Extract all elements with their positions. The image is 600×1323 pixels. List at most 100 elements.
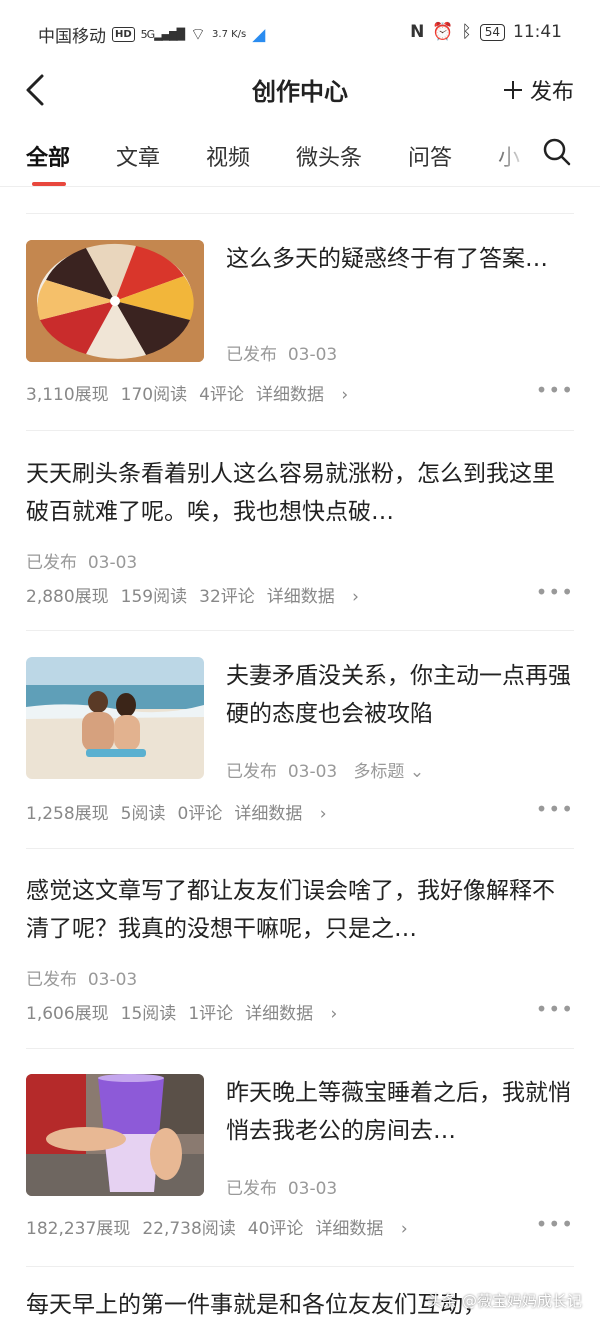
comments-count: 4评论 xyxy=(199,385,244,405)
publish-button[interactable]: 发布 xyxy=(502,74,574,106)
hd-badge: HD xyxy=(112,27,135,42)
views-count: 3,110展现 xyxy=(26,385,109,405)
details-link[interactable]: 详细数据 › xyxy=(256,385,360,405)
status-bar: 中国移动 HD 5G▂▄▆█ ⌔ 3.7 K/s ◢ N ⏰ ᛒ 54 11:4… xyxy=(0,0,600,62)
views-count: 182,237展现 xyxy=(26,1219,131,1239)
publish-date: 03-03 xyxy=(87,553,138,573)
category-tabs: 全部 文章 视频 微头条 问答 小 xyxy=(0,122,600,187)
reads-count: 22,738阅读 xyxy=(142,1219,236,1239)
status-label: 已发布 xyxy=(226,762,277,782)
nfc-icon: N xyxy=(410,22,425,42)
status-label: 已发布 xyxy=(226,1179,277,1199)
comments-count: 40评论 xyxy=(247,1219,304,1239)
item-stats: 2,880展现 159阅读 32评论 详细数据 › xyxy=(26,582,383,607)
tab-fade xyxy=(488,132,528,176)
wifi-icon: ⌔ xyxy=(190,25,207,45)
publish-date: 03-03 xyxy=(87,970,138,990)
more-options-icon[interactable]: ••• xyxy=(536,378,574,402)
item-meta: 已发布 03-03 xyxy=(26,965,137,990)
more-options-icon[interactable]: ••• xyxy=(536,580,574,604)
reads-count: 159阅读 xyxy=(120,587,188,607)
status-label: 已发布 xyxy=(26,970,77,990)
details-link[interactable]: 详细数据 › xyxy=(267,587,371,607)
top-nav-bar: 创作中心 发布 xyxy=(0,62,600,118)
chevron-right-icon: › xyxy=(330,1004,338,1024)
divider xyxy=(26,1048,574,1049)
tab-qa[interactable]: 问答 xyxy=(408,140,452,172)
details-label: 详细数据 xyxy=(255,385,324,405)
battery-indicator: 54 xyxy=(479,23,505,41)
details-label: 详细数据 xyxy=(234,804,303,824)
item-title[interactable]: 天天刷头条看着别人这么容易就涨粉，怎么到我这里破百就难了呢。唉，我也想快点破… xyxy=(26,455,574,531)
alarm-icon: ⏰ xyxy=(432,22,454,42)
item-stats: 1,606展现 15阅读 1评论 详细数据 › xyxy=(26,999,361,1024)
item-meta: 已发布 03-03 多标题 ⌄ xyxy=(226,757,424,782)
signal-icon: 5G▂▄▆█ xyxy=(140,28,185,41)
list-item[interactable]: 这么多天的疑惑终于有了答案… 已发布 03-03 3,110展现 170阅读 4评论… xyxy=(26,240,574,410)
divider xyxy=(26,1266,574,1267)
comments-count: 0评论 xyxy=(177,804,223,824)
publish-date: 03-03 xyxy=(287,345,338,365)
multi-title-toggle[interactable]: 多标题 ⌄ xyxy=(353,762,424,782)
more-options-icon[interactable]: ••• xyxy=(536,997,574,1021)
chevron-right-icon: › xyxy=(341,385,349,405)
details-link[interactable]: 详细数据 › xyxy=(315,1219,419,1239)
search-icon[interactable] xyxy=(542,137,572,167)
chevron-right-icon: › xyxy=(352,587,359,607)
views-count: 2,880展现 xyxy=(26,587,109,607)
item-meta: 已发布 03-03 xyxy=(26,548,137,573)
watermark: 头条 @薇宝妈妈成长记 xyxy=(427,1292,582,1310)
reads-count: 15阅读 xyxy=(120,1004,177,1024)
details-link[interactable]: 详细数据 › xyxy=(234,804,338,824)
tab-articles[interactable]: 文章 xyxy=(116,140,160,172)
item-meta: 已发布 03-03 xyxy=(226,1174,337,1199)
views-count: 1,258展现 xyxy=(26,804,109,824)
details-link[interactable]: 详细数据 › xyxy=(245,1004,349,1024)
clock: 11:41 xyxy=(513,22,562,42)
comments-count: 32评论 xyxy=(199,587,255,607)
details-label: 详细数据 xyxy=(245,1004,314,1024)
more-options-icon[interactable]: ••• xyxy=(536,797,574,821)
item-meta: 已发布 03-03 xyxy=(226,340,337,365)
item-title[interactable]: 感觉这文章写了都让友友们误会啥了，我好像解释不清了呢？我真的没想干嘛呢，只是之… xyxy=(26,872,574,948)
list-item[interactable]: 天天刷头条看着别人这么容易就涨粉，怎么到我这里破百就难了呢。唉，我也想快点破… … xyxy=(26,455,574,607)
thumbnail-drink xyxy=(26,1074,204,1196)
item-stats: 3,110展现 170阅读 4评论 详细数据 › xyxy=(26,380,372,405)
item-stats: 1,258展现 5阅读 0评论 详细数据 › xyxy=(26,799,351,824)
details-label: 详细数据 xyxy=(266,587,335,607)
item-title[interactable]: 昨天晚上等薇宝睡着之后，我就悄悄去我老公的房间去… xyxy=(226,1074,574,1150)
item-title[interactable]: 这么多天的疑惑终于有了答案… xyxy=(226,240,574,316)
multi-title-label: 多标题 xyxy=(353,762,405,782)
divider xyxy=(26,848,574,849)
publish-date: 03-03 xyxy=(287,1179,338,1199)
send-icon: ◢ xyxy=(252,24,266,45)
bluetooth-icon: ᛒ xyxy=(461,22,472,42)
chevron-right-icon: › xyxy=(319,804,327,824)
tab-videos[interactable]: 视频 xyxy=(206,140,250,172)
list-item[interactable]: 感觉这文章写了都让友友们误会啥了，我好像解释不清了呢？我真的没想干嘛呢，只是之…… xyxy=(26,872,574,1024)
item-stats: 182,237展现 22,738阅读 40评论 详细数据 › xyxy=(26,1214,432,1239)
network-speed: 3.7 K/s xyxy=(212,29,247,40)
divider xyxy=(26,630,574,631)
list-item[interactable]: 昨天晚上等薇宝睡着之后，我就悄悄去我老公的房间去… 已发布 03-03 182,… xyxy=(26,1074,574,1244)
tab-indicator xyxy=(32,182,66,186)
views-count: 1,606展现 xyxy=(26,1004,109,1024)
more-options-icon[interactable]: ••• xyxy=(536,1212,574,1236)
list-item[interactable]: 夫妻矛盾没关系，你主动一点再强硬的态度也会被攻陷 已发布 03-03 多标题 ⌄… xyxy=(26,657,574,827)
comments-count: 1评论 xyxy=(188,1004,234,1024)
tab-all[interactable]: 全部 xyxy=(26,140,70,172)
chevron-right-icon: › xyxy=(400,1219,408,1239)
divider xyxy=(26,430,574,431)
carrier-label: 中国移动 xyxy=(38,27,106,47)
reads-count: 5阅读 xyxy=(120,804,166,824)
status-label: 已发布 xyxy=(226,345,277,365)
network-type: 5G xyxy=(140,28,155,41)
plus-icon xyxy=(503,81,522,99)
details-label: 详细数据 xyxy=(315,1219,384,1239)
chevron-down-icon: ⌄ xyxy=(409,762,425,782)
reads-count: 170阅读 xyxy=(120,385,188,405)
publish-date: 03-03 xyxy=(287,762,338,782)
tab-micro-posts[interactable]: 微头条 xyxy=(296,140,362,172)
item-title[interactable]: 夫妻矛盾没关系，你主动一点再强硬的态度也会被攻陷 xyxy=(226,657,574,733)
publish-label: 发布 xyxy=(529,80,574,105)
